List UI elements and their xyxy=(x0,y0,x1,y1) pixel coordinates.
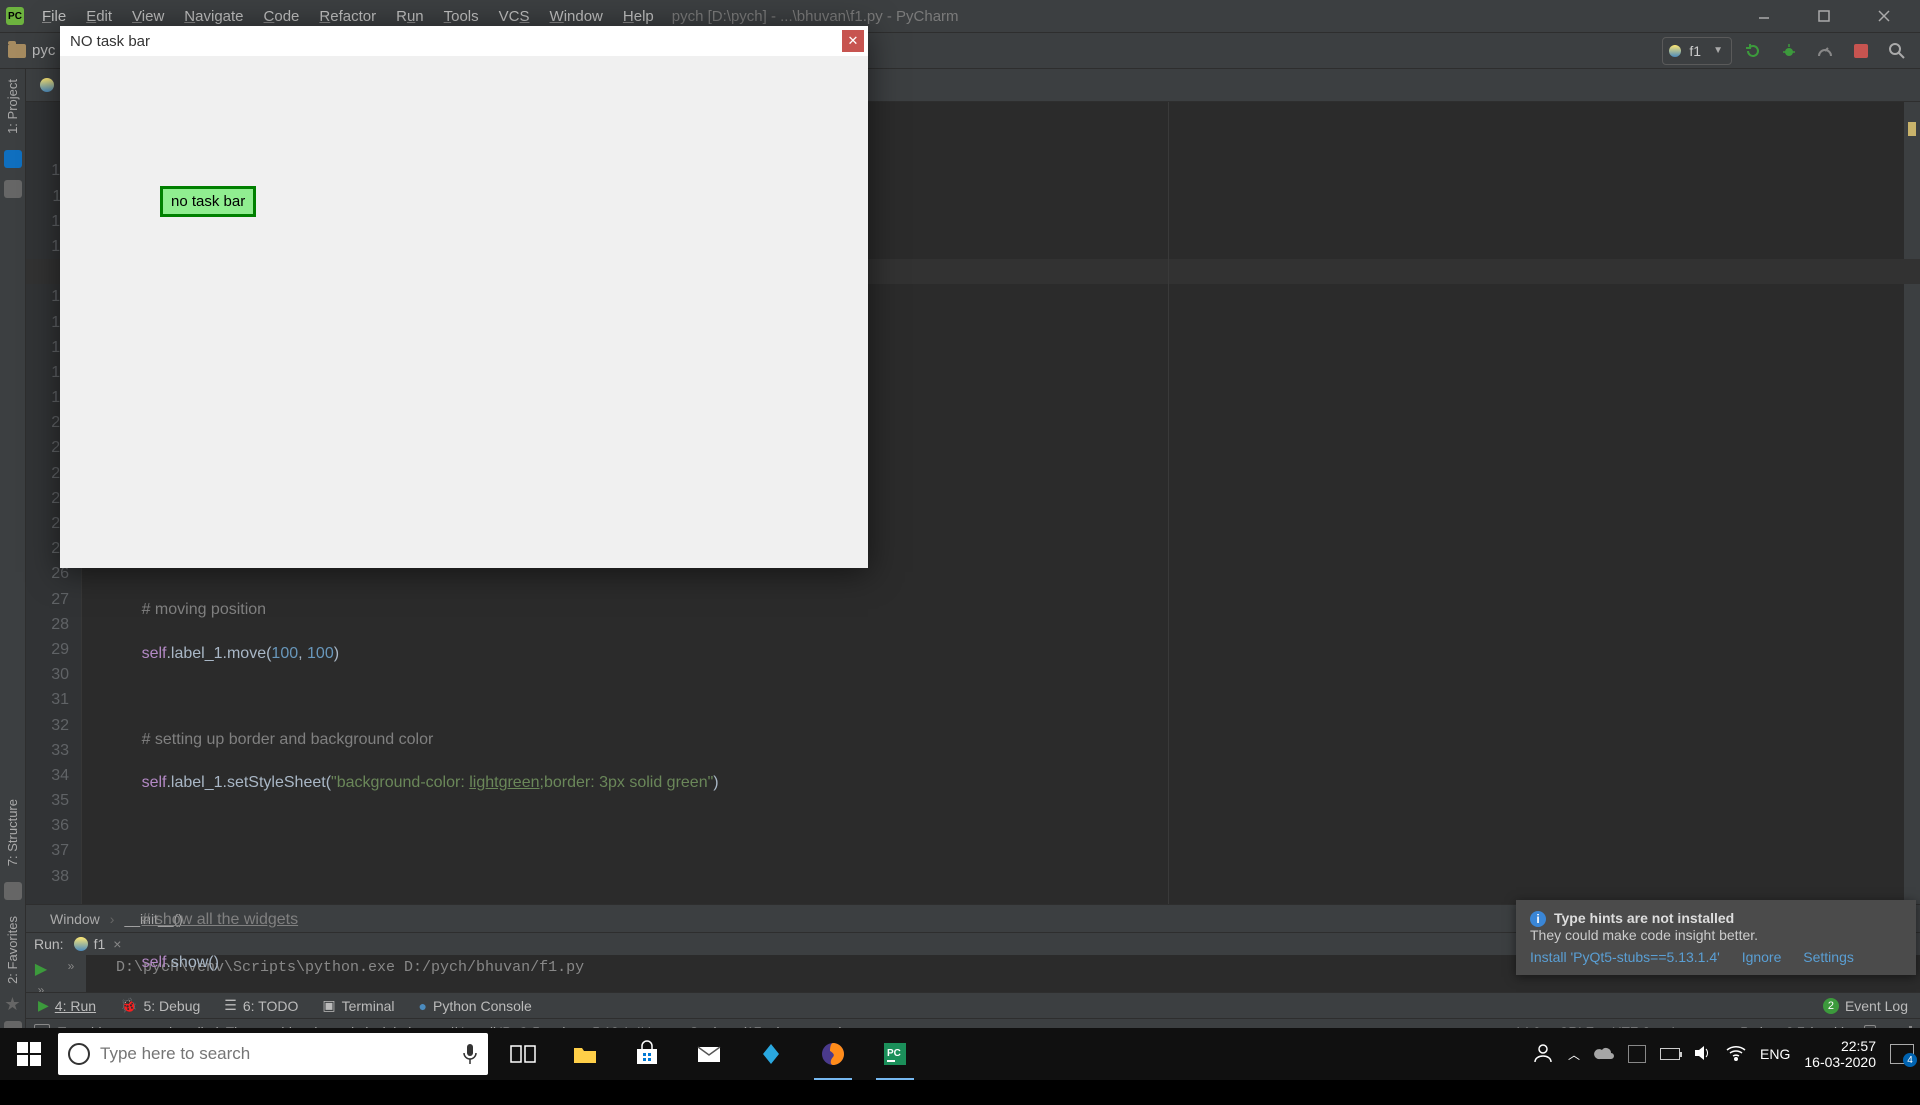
rerun-button[interactable] xyxy=(1738,38,1768,64)
predator-app[interactable] xyxy=(740,1028,802,1080)
windows-taskbar: PC ︿ ENG 22:57 16-03-2020 4 xyxy=(0,1028,1920,1080)
debug-button[interactable] xyxy=(1774,38,1804,64)
notification-title: Type hints are not installed xyxy=(1554,910,1734,926)
run-tab-label: f1 xyxy=(94,936,106,952)
menu-tools[interactable]: Tools xyxy=(436,5,487,28)
qt-titlebar[interactable]: NO task bar ✕ xyxy=(60,26,868,56)
taskbar-search[interactable] xyxy=(58,1033,488,1075)
run-label: Run: xyxy=(34,936,64,952)
notification-settings-link[interactable]: Settings xyxy=(1803,949,1854,965)
task-view-button[interactable] xyxy=(492,1028,554,1080)
qt-app-window[interactable]: NO task bar ✕ no task bar xyxy=(60,26,868,568)
minimize-button[interactable] xyxy=(1734,0,1794,33)
menu-edit[interactable]: Edit xyxy=(78,5,120,28)
qt-close-button[interactable]: ✕ xyxy=(842,30,864,52)
run-config-selector[interactable]: f1 ▼ xyxy=(1662,37,1732,65)
menu-file[interactable]: File xyxy=(34,5,74,28)
tray-icon[interactable] xyxy=(1628,1045,1646,1063)
menu-refactor[interactable]: Refactor xyxy=(311,5,384,28)
editor-scrollbar[interactable] xyxy=(1904,102,1920,904)
volume-icon[interactable] xyxy=(1694,1045,1712,1064)
folder-icon xyxy=(8,44,26,58)
firefox-app[interactable] xyxy=(802,1028,864,1080)
wifi-icon[interactable] xyxy=(1726,1045,1746,1064)
pycharm-app[interactable]: PC xyxy=(864,1028,926,1080)
stop-button[interactable] xyxy=(1846,38,1876,64)
pycharm-icon: PC xyxy=(6,7,24,25)
maximize-button[interactable] xyxy=(1794,0,1854,33)
tray-expand-icon[interactable]: ︿ xyxy=(1568,1046,1580,1063)
star-icon[interactable]: ★ xyxy=(4,994,20,1015)
tool-icon[interactable] xyxy=(4,882,22,900)
menu-run[interactable]: Run xyxy=(388,5,432,28)
notification-popup: i Type hints are not installed They could… xyxy=(1516,900,1916,975)
python-icon xyxy=(1669,45,1681,57)
left-tool-strip: 1: Project 7: Structure 2: Favorites ★ xyxy=(0,69,26,1045)
qt-body: no task bar xyxy=(60,56,868,568)
expand-icon[interactable]: » xyxy=(68,959,75,973)
menu-help[interactable]: Help xyxy=(615,5,662,28)
action-center-button[interactable]: 4 xyxy=(1890,1044,1914,1064)
warning-marker[interactable] xyxy=(1908,122,1916,136)
people-button[interactable] xyxy=(1532,1042,1554,1067)
menu-navigate[interactable]: Navigate xyxy=(176,5,251,28)
tab-run[interactable]: ▶4: Run xyxy=(38,997,96,1014)
microphone-icon[interactable] xyxy=(462,1043,478,1065)
clock-date: 16-03-2020 xyxy=(1804,1054,1876,1070)
search-input[interactable] xyxy=(100,1044,452,1064)
menu-window[interactable]: Window xyxy=(542,5,611,28)
main-menu: File Edit View Navigate Code Refactor Ru… xyxy=(34,5,662,28)
menu-vcs[interactable]: VCS xyxy=(491,5,538,28)
file-explorer-app[interactable] xyxy=(554,1028,616,1080)
menu-code[interactable]: Code xyxy=(256,5,308,28)
tool-project[interactable]: 1: Project xyxy=(5,69,20,144)
notification-install-link[interactable]: Install 'PyQt5-stubs==5.13.1.4' xyxy=(1530,949,1720,965)
store-app[interactable] xyxy=(616,1028,678,1080)
onedrive-icon[interactable] xyxy=(1594,1046,1614,1063)
tool-structure[interactable]: 7: Structure xyxy=(5,789,20,876)
svg-text:PC: PC xyxy=(887,1048,901,1059)
clock-time: 22:57 xyxy=(1841,1038,1876,1054)
clock[interactable]: 22:57 16-03-2020 xyxy=(1804,1038,1876,1070)
breadcrumb-project[interactable]: pyc xyxy=(32,42,55,59)
info-icon: i xyxy=(1530,911,1546,927)
python-icon xyxy=(74,937,88,951)
language-indicator[interactable]: ENG xyxy=(1760,1046,1790,1062)
windows-icon xyxy=(17,1042,41,1066)
notification-ignore-link[interactable]: Ignore xyxy=(1742,949,1782,965)
battery-icon[interactable] xyxy=(1660,1048,1680,1060)
close-button[interactable] xyxy=(1854,0,1914,33)
breadcrumb-class[interactable]: Window xyxy=(50,911,100,927)
notification-count-badge: 4 xyxy=(1903,1053,1917,1067)
stop-icon xyxy=(1854,44,1868,58)
search-everywhere-button[interactable] xyxy=(1882,38,1912,64)
start-button[interactable] xyxy=(0,1028,58,1080)
chevron-down-icon: ▼ xyxy=(1713,45,1723,56)
qt-window-title: NO task bar xyxy=(70,33,150,50)
tool-icon[interactable] xyxy=(4,180,22,198)
menu-view[interactable]: View xyxy=(124,5,172,28)
profile-button[interactable] xyxy=(1810,38,1840,64)
qt-label: no task bar xyxy=(160,186,256,217)
window-title: pych [D:\pych] - ...\bhuvan\f1.py - PyCh… xyxy=(672,8,959,25)
tool-icon[interactable] xyxy=(4,150,22,168)
run-config-label: f1 xyxy=(1689,43,1701,59)
cortana-icon xyxy=(68,1043,90,1065)
python-icon xyxy=(40,78,54,92)
rerun-icon[interactable]: ▶ xyxy=(35,959,47,979)
mail-app[interactable] xyxy=(678,1028,740,1080)
system-tray: ︿ ENG 22:57 16-03-2020 4 xyxy=(1532,1038,1920,1070)
notification-body: They could make code insight better. xyxy=(1530,927,1902,943)
tool-favorites[interactable]: 2: Favorites xyxy=(5,906,20,994)
